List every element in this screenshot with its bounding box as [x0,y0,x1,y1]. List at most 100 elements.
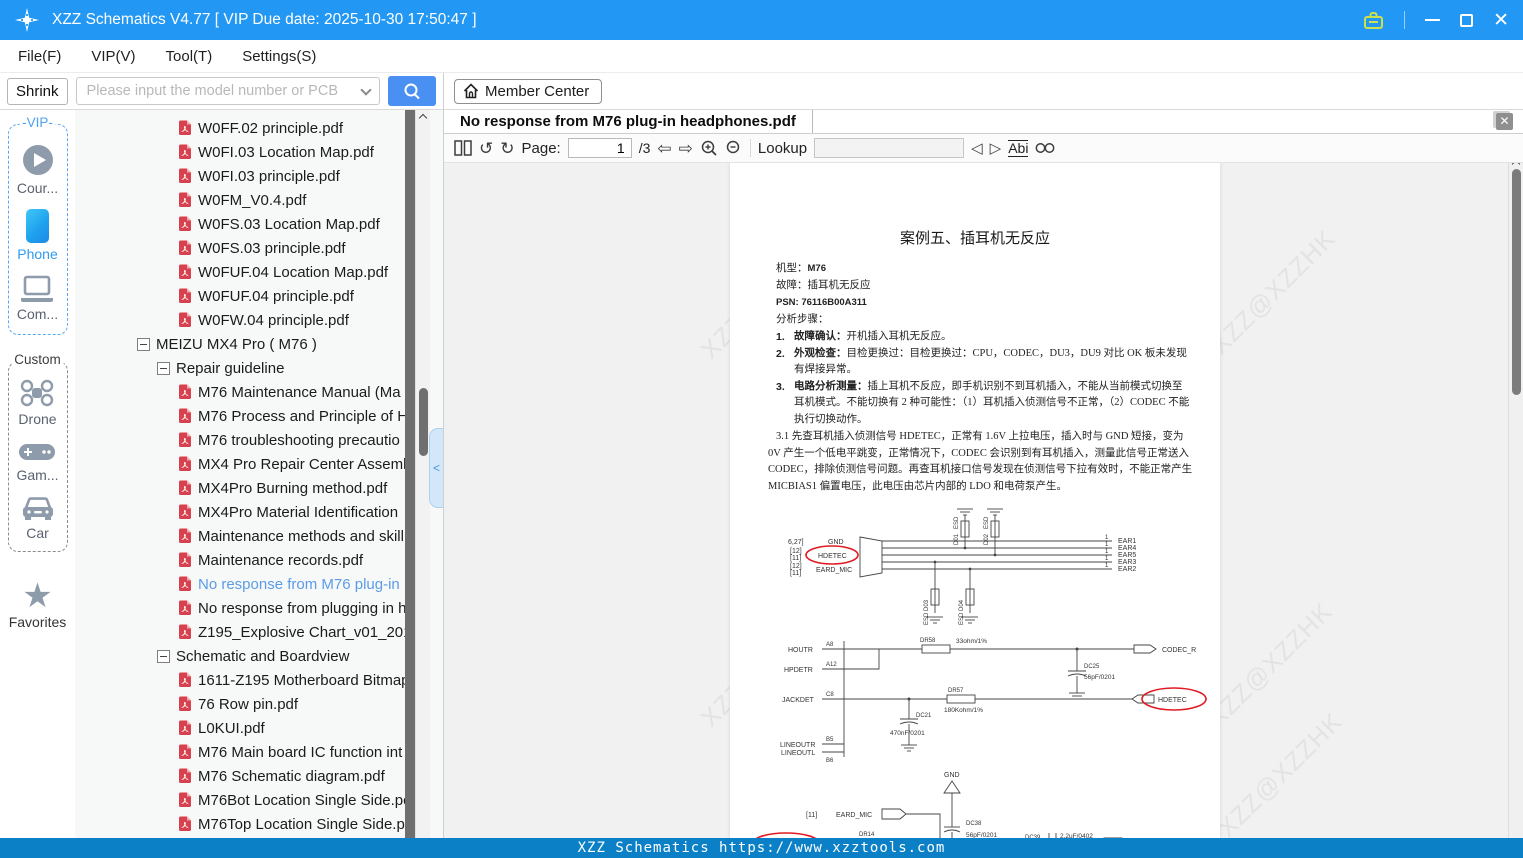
doc-paragraph: 3.1 先查耳机插入侦测信号 HDETEC，正常有 1.6V 上拉电压，插入时与… [768,431,1193,492]
tree-item[interactable]: M76 Process and Principle of H [75,404,443,428]
highlight-all-icon[interactable] [1035,141,1055,155]
menu-tool[interactable]: Tool(T) [166,48,213,65]
vip-group: -VIP- Cour... Phone Com... [7,115,68,335]
menu-file[interactable]: File(F) [18,48,61,65]
tree-folder[interactable]: Schematic and Boardview [75,644,443,668]
tree-item[interactable]: W0FF.02 principle.pdf [75,116,443,140]
next-page-icon[interactable]: ⇨ [679,140,693,157]
document-tab-bar: No response from M76 plug-in headphones.… [444,110,1523,134]
tree-item[interactable]: 1611-Z195 Motherboard Bitmap [75,668,443,692]
pdf-scrollbar[interactable] [1508,163,1523,838]
svg-text:EAR5: EAR5 [1118,552,1136,559]
close-button[interactable]: ✕ [1493,11,1509,30]
tree-item[interactable]: W0FW.04 principle.pdf [75,308,443,332]
pdf-file-icon [179,288,191,303]
svg-text:6,27]: 6,27] [788,539,804,546]
sidebar-item-phone[interactable]: Phone [17,209,58,262]
menu-settings[interactable]: Settings(S) [242,48,316,65]
sidebar-item-favorites[interactable]: ★ Favorites [9,579,67,630]
tree-item[interactable]: M76 troubleshooting precautio [75,428,443,452]
close-document-icon[interactable]: ✕ [1496,113,1513,130]
tree-item[interactable]: MX4Pro Material Identification [75,500,443,524]
shrink-button[interactable]: Shrink [7,77,68,105]
collapse-toggle-icon[interactable] [157,361,170,375]
two-page-view-icon[interactable] [454,140,472,156]
pdf-scroll-up-icon[interactable] [1511,163,1521,169]
app-title: XZZ Schematics V4.77 [ VIP Due date: 202… [52,11,477,28]
tree-item-label: Maintenance methods and skill [198,527,404,545]
sidebar-item-computer[interactable]: Com... [17,275,58,322]
tree-item[interactable]: Maintenance records.pdf [75,548,443,572]
tree-item[interactable]: No response from M76 plug-in [75,572,443,596]
tree-item[interactable]: W0FS.03 principle.pdf [75,236,443,260]
page-number-input[interactable] [567,138,632,158]
model-search-input[interactable] [75,77,380,105]
tree-item[interactable]: M76Bot Location Single Side.pc [75,788,443,812]
panel-collapse-handle[interactable]: < [429,428,443,508]
tree-item[interactable]: W0FUF.04 principle.pdf [75,284,443,308]
minimize-button[interactable] [1425,19,1441,21]
pdf-file-icon [179,504,191,519]
rotate-right-icon[interactable]: ↻ [500,140,514,157]
scroll-up-arrow-icon[interactable] [418,113,428,123]
previous-page-icon[interactable]: ⇦ [657,140,671,157]
pdf-scrollbar-thumb[interactable] [1511,169,1521,395]
tree-item[interactable]: M76 Schematic diagram.pdf [75,764,443,788]
tree-folder[interactable]: MEIZU MX4 Pro ( M76 ) [75,332,443,356]
member-center-button[interactable]: Member Center [454,78,603,104]
svg-text:EAR4: EAR4 [1118,545,1136,552]
tree-item-label: W0FUF.04 Location Map.pdf [198,263,389,281]
tree-item[interactable]: MX4Pro Burning method.pdf [75,476,443,500]
maximize-button[interactable] [1460,13,1474,27]
tree-item-label: 1611-Z195 Motherboard Bitmap [198,671,410,689]
sidebar-item-course[interactable]: Cour... [17,143,58,196]
svg-text:[11]: [11] [806,812,817,819]
tree-item[interactable]: W0FI.03 Location Map.pdf [75,140,443,164]
collapse-toggle-icon[interactable] [137,337,150,351]
rotate-left-icon[interactable]: ↺ [479,140,493,157]
tree-item[interactable]: Z195_Explosive Chart_v01_2016( [75,620,443,644]
tree-panel-divider[interactable] [405,110,415,838]
pdf-viewport[interactable]: XZZ@XZZHKXZZ@XZZHKXZZ@XZZHKXZZ@XZZHKXZZ@… [444,163,1523,838]
svg-text:D01: D01 [954,533,960,545]
tree-folder[interactable]: Repair guideline [75,356,443,380]
sidebar-item-game[interactable]: Gam... [16,440,59,483]
tree-item[interactable]: W0FS.03 Location Map.pdf [75,212,443,236]
tree-item[interactable]: 76 Row pin.pdf [75,692,443,716]
chevron-left-icon: < [432,461,440,475]
pdf-file-icon [179,216,191,231]
zoom-out-icon[interactable] [725,139,743,157]
tree-item[interactable]: W0FUF.04 Location Map.pdf [75,260,443,284]
find-previous-icon[interactable]: ◁ [971,140,983,157]
lookup-input[interactable] [814,138,965,158]
tree-item[interactable]: Maintenance methods and skill [75,524,443,548]
sidebar-item-drone[interactable]: Drone [18,378,57,427]
tree-item[interactable]: MX4 Pro Repair Center Assembl [75,452,443,476]
briefcase-icon[interactable] [1363,11,1384,30]
zoom-in-icon[interactable] [700,139,718,157]
match-case-toggle[interactable]: Abi [1008,139,1029,157]
tree-item[interactable]: M76 Main board IC function int [75,740,443,764]
tree-item[interactable]: M76 Maintenance Manual (Ma [75,380,443,404]
tree-scrollbar-thumb[interactable] [418,388,428,456]
tree-item[interactable]: L0KUI.pdf [75,716,443,740]
tree-item-label: MX4 Pro Repair Center Assembl [198,455,415,473]
tree-item-label: L0KUI.pdf [198,719,265,737]
tree-item[interactable]: M76Top Location Single Side.p( [75,812,443,836]
collapse-toggle-icon[interactable] [157,649,170,663]
laptop-icon [21,275,54,302]
find-next-icon[interactable]: ▷ [990,140,1002,157]
search-row: Shrink [0,73,443,110]
tree-item[interactable]: W0FM_V0.4.pdf [75,188,443,212]
watermark: XZZ@XZZHK [1205,224,1342,360]
tree-item[interactable] [75,836,443,838]
svg-text:EARD_MIC: EARD_MIC [836,812,872,819]
search-button[interactable] [388,76,436,106]
sidebar-item-car[interactable]: Car [20,496,56,541]
tree-scrollbar[interactable] [415,110,430,838]
tree-item[interactable]: No response from plugging in h [75,596,443,620]
tree-item[interactable]: W0FI.03 principle.pdf [75,164,443,188]
menu-vip[interactable]: VIP(V) [91,48,135,65]
document-tab[interactable]: No response from M76 plug-in headphones.… [444,110,813,133]
tree-item-label: W0FI.03 principle.pdf [198,167,340,185]
